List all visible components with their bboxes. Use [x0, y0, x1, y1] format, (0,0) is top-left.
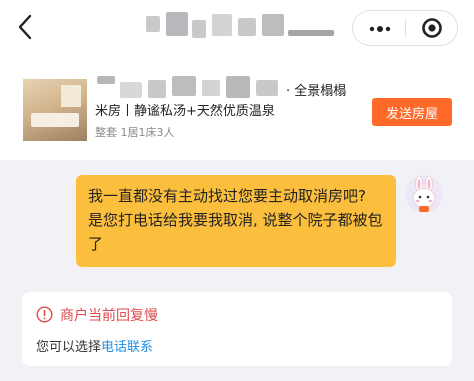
- warning-circle-icon: [36, 306, 53, 323]
- listing-title: 米房丨静谧私汤+天然优质温泉: [95, 104, 275, 119]
- slow-reply-notice: 商户当前回复慢 您可以选择电话联系: [22, 292, 452, 366]
- more-dots-icon[interactable]: [369, 25, 391, 33]
- listing-thumbnail[interactable]: [23, 79, 87, 141]
- listing-meta: 整套 1居1床3人: [95, 126, 175, 139]
- top-navigation-bar: [0, 0, 474, 62]
- send-listing-button[interactable]: 发送房屋: [372, 98, 452, 126]
- phone-contact-link[interactable]: 电话联系: [101, 340, 153, 355]
- listing-card[interactable]: · 全景榻榻 米房丨静谧私汤+天然优质温泉 整套 1居1床3人 发送房屋: [0, 62, 474, 160]
- mini-program-capsule: [352, 10, 458, 46]
- notice-body-prefix: 您可以选择: [36, 340, 102, 355]
- notice-body: 您可以选择电话联系: [36, 336, 153, 355]
- bunny-avatar-icon[interactable]: [405, 175, 443, 213]
- listing-title-suffix: · 全景榻榻: [286, 84, 347, 99]
- chevron-left-icon[interactable]: [10, 10, 40, 44]
- target-circle-icon[interactable]: [421, 17, 443, 39]
- capsule-divider: [405, 19, 406, 37]
- notice-title: 商户当前回复慢: [60, 308, 158, 324]
- message-bubble: 我一直都没有主动找过您要主动取消房吧? 是您打电话给我要我取消, 说整个院子都被…: [76, 175, 396, 267]
